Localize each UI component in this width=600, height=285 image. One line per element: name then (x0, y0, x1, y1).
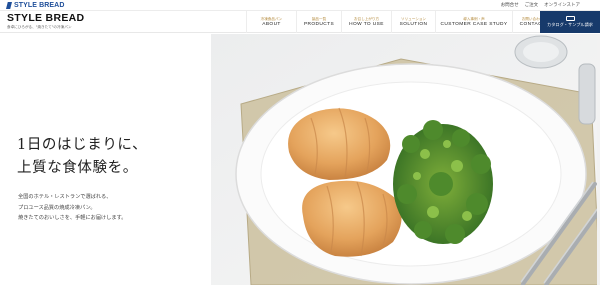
utility-link-order[interactable]: ご注文 (525, 2, 539, 8)
brand-tagline: 食卓にひろがる、"焼きたて"の冷凍パン (7, 25, 72, 29)
hero-photo-illustration (211, 34, 600, 285)
utility-links: お問合せ ご注文 オンラインストア (501, 2, 580, 8)
nav-item-about[interactable]: 冷凍食品パン ABOUT (246, 11, 296, 33)
hero-body-line: 全国のホテル・レストランで選ばれる、 (18, 194, 112, 200)
logo-mark-icon (6, 2, 12, 9)
nav-item-how-to-use[interactable]: お召し上がり方 HOW TO USE (341, 11, 391, 33)
nav-item-solution[interactable]: ソリューション SOLUTION (391, 11, 435, 33)
nav-item-en-label: HOW TO USE (349, 21, 384, 27)
global-nav: 冷凍食品パン ABOUT 製品一覧 PRODUCTS お召し上がり方 HOW T… (246, 11, 552, 33)
catalog-icon (565, 16, 575, 21)
catalog-request-button[interactable]: カタログ・サンプル請求 (540, 11, 600, 33)
utility-link-store[interactable]: オンラインストア (544, 2, 580, 8)
nav-item-en-label: PRODUCTS (303, 21, 335, 27)
hero-image (211, 34, 600, 285)
hero-headline-line: 上質な食体験を。 (17, 160, 138, 176)
hero-headline-line: 1日のはじまりに、 (17, 137, 148, 153)
site-header: STYLE BREAD 食卓にひろがる、"焼きたて"の冷凍パン 冷凍食品パン A… (0, 11, 600, 33)
site-logo[interactable]: STYLE BREAD (6, 1, 65, 10)
brand-name: STYLE BREAD (7, 12, 85, 24)
utility-link-inquiry[interactable]: お問合せ (501, 2, 519, 8)
nav-item-case-study[interactable]: 導入事例・声 CUSTOMER CASE STUDY (435, 11, 512, 33)
logo-text: STYLE BREAD (14, 2, 65, 9)
nav-item-en-label: CUSTOMER CASE STUDY (440, 21, 508, 27)
brand[interactable]: STYLE BREAD 食卓にひろがる、"焼きたて"の冷凍パン (7, 13, 84, 30)
hero-body-text: 全国のホテル・レストランで選ばれる、 プロユース品質の焼成冷凍パン。 焼きたての… (18, 192, 126, 224)
top-bar: STYLE BREAD お問合せ ご注文 オンラインストア (0, 0, 600, 11)
hero-headline: 1日のはじまりに、 上質な食体験を。 (17, 134, 147, 180)
hero-body-line: 焼きたてのおいしさを、手軽にお届けします。 (18, 215, 127, 221)
hero-body-line: プロユース品質の焼成冷凍パン。 (18, 204, 96, 211)
nav-item-en-label: ABOUT (262, 21, 281, 27)
catalog-request-label: カタログ・サンプル請求 (547, 22, 593, 27)
nav-item-en-label: SOLUTION (399, 21, 428, 27)
nav-item-products[interactable]: 製品一覧 PRODUCTS (296, 11, 341, 33)
